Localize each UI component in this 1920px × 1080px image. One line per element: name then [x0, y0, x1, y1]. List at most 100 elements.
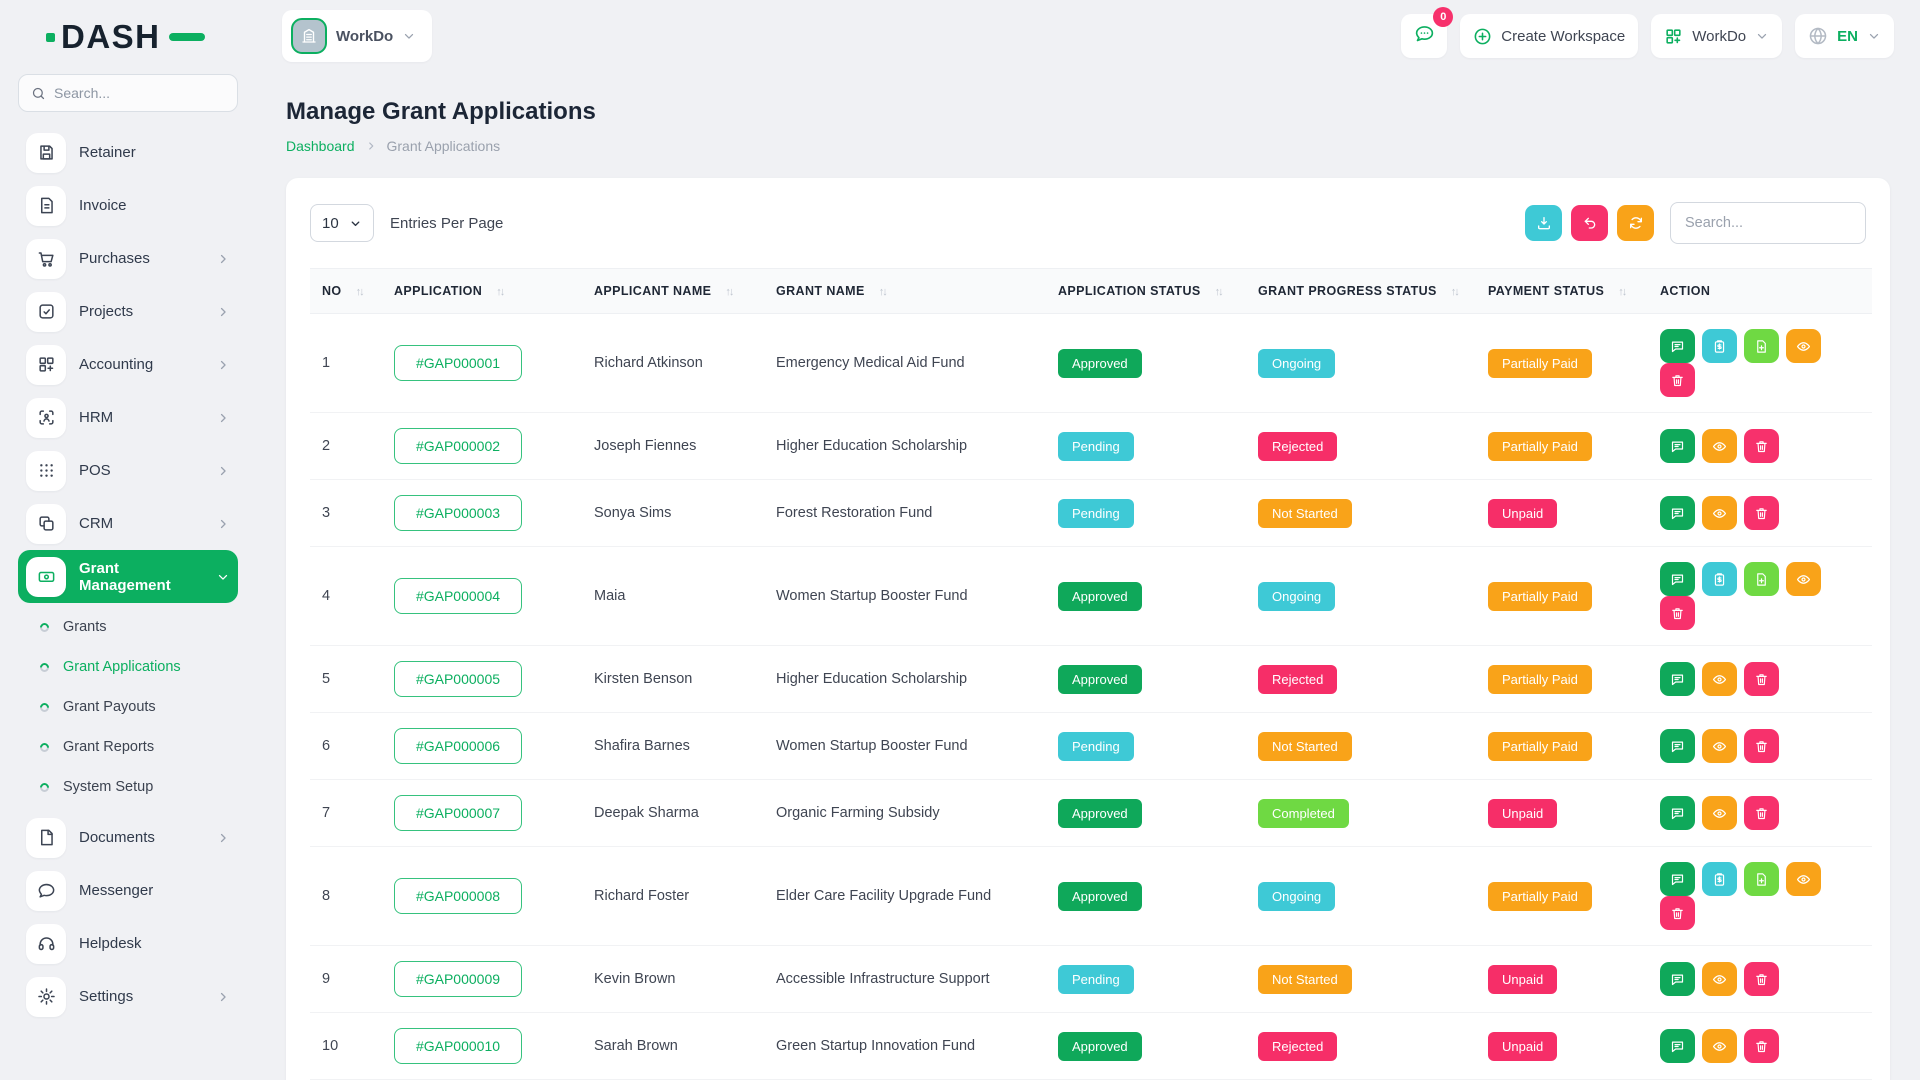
column-header-payment-status[interactable]: PAYMENT STATUS↑↓: [1476, 269, 1648, 314]
trash-button[interactable]: [1744, 796, 1779, 830]
sort-icon[interactable]: ↑↓: [1451, 286, 1458, 298]
sidebar-item-purchases[interactable]: Purchases: [18, 232, 238, 285]
chat-button[interactable]: [1660, 329, 1695, 363]
column-header-grant-progress-status[interactable]: GRANT PROGRESS STATUS↑↓: [1246, 269, 1476, 314]
chat-button[interactable]: [1660, 1029, 1695, 1063]
trash-icon: [1670, 373, 1685, 388]
chat-button[interactable]: [1660, 862, 1695, 896]
application-number-chip[interactable]: #GAP000006: [394, 728, 522, 764]
trash-button[interactable]: [1744, 429, 1779, 463]
eye-button[interactable]: [1786, 329, 1821, 363]
sidebar-item-label: Messenger: [79, 882, 153, 899]
refresh-button[interactable]: [1617, 205, 1654, 241]
application-number-chip[interactable]: #GAP000001: [394, 345, 522, 381]
column-header-application-status[interactable]: APPLICATION STATUS↑↓: [1046, 269, 1246, 314]
chat-button[interactable]: [1660, 662, 1695, 696]
sidebar-search[interactable]: [18, 74, 238, 112]
sort-icon[interactable]: ↑↓: [879, 286, 886, 298]
sidebar-item-crm[interactable]: CRM: [18, 497, 238, 550]
application-number-chip[interactable]: #GAP000005: [394, 661, 522, 697]
file-plus-button[interactable]: [1744, 862, 1779, 896]
entries-per-page-select[interactable]: 10: [310, 204, 374, 242]
sidebar-item-projects[interactable]: Projects: [18, 285, 238, 338]
sidebar-item-invoice[interactable]: Invoice: [18, 179, 238, 232]
clipboard-dollar-button[interactable]: [1702, 562, 1737, 596]
trash-button[interactable]: [1660, 363, 1695, 397]
file-plus-button[interactable]: [1744, 562, 1779, 596]
workspace-switcher[interactable]: WorkDo: [282, 10, 432, 62]
eye-button[interactable]: [1702, 496, 1737, 530]
clipboard-dollar-button[interactable]: [1702, 329, 1737, 363]
chat-button[interactable]: [1660, 962, 1695, 996]
column-header-applicant-name[interactable]: APPLICANT NAME↑↓: [582, 269, 764, 314]
eye-button[interactable]: [1786, 562, 1821, 596]
undo-button[interactable]: [1571, 205, 1608, 241]
language-menu[interactable]: EN: [1795, 14, 1894, 58]
application-number-chip[interactable]: #GAP000007: [394, 795, 522, 831]
refresh-icon: [1628, 215, 1644, 231]
eye-button[interactable]: [1702, 729, 1737, 763]
application-number-chip[interactable]: #GAP000002: [394, 428, 522, 464]
sidebar-subitem-grant-reports[interactable]: Grant Reports: [40, 727, 238, 767]
cell-grant-name: Accessible Infrastructure Support: [764, 946, 1046, 1013]
application-number-chip[interactable]: #GAP000003: [394, 495, 522, 531]
chat-button[interactable]: [1660, 796, 1695, 830]
clipboard-dollar-button[interactable]: [1702, 862, 1737, 896]
sidebar-subitem-grant-applications[interactable]: Grant Applications: [40, 647, 238, 687]
sort-icon[interactable]: ↑↓: [356, 286, 363, 298]
trash-button[interactable]: [1660, 896, 1695, 930]
trash-button[interactable]: [1744, 1029, 1779, 1063]
sort-icon[interactable]: ↑↓: [1618, 286, 1625, 298]
chat-button[interactable]: [1660, 496, 1695, 530]
eye-button[interactable]: [1702, 662, 1737, 696]
sidebar: DASH RetainerInvoicePurchasesProjectsAcc…: [0, 0, 256, 1080]
export-button[interactable]: [1525, 205, 1562, 241]
sidebar-item-documents[interactable]: Documents: [18, 811, 238, 864]
chat-button[interactable]: [1660, 729, 1695, 763]
sort-icon[interactable]: ↑↓: [1215, 286, 1222, 298]
cell-no: 7: [310, 780, 382, 847]
sidebar-item-messenger[interactable]: Messenger: [18, 864, 238, 917]
eye-button[interactable]: [1702, 429, 1737, 463]
trash-button[interactable]: [1744, 729, 1779, 763]
eye-icon: [1796, 572, 1811, 587]
eye-button[interactable]: [1702, 962, 1737, 996]
sidebar-item-accounting[interactable]: Accounting: [18, 338, 238, 391]
sidebar-subitem-system-setup[interactable]: System Setup: [40, 767, 238, 807]
breadcrumb-dashboard-link[interactable]: Dashboard: [286, 138, 355, 154]
column-header-no[interactable]: NO↑↓: [310, 269, 382, 314]
sort-icon[interactable]: ↑↓: [725, 286, 732, 298]
sidebar-item-pos[interactable]: POS: [18, 444, 238, 497]
sidebar-item-settings[interactable]: Settings: [18, 970, 238, 1023]
eye-button[interactable]: [1786, 862, 1821, 896]
trash-button[interactable]: [1744, 662, 1779, 696]
trash-button[interactable]: [1744, 962, 1779, 996]
sidebar-item-grant-management[interactable]: Grant Management: [18, 550, 238, 603]
file-plus-button[interactable]: [1744, 329, 1779, 363]
sidebar-item-helpdesk[interactable]: Helpdesk: [18, 917, 238, 970]
create-workspace-button[interactable]: Create Workspace: [1460, 14, 1638, 58]
sort-icon[interactable]: ↑↓: [496, 286, 503, 298]
sidebar-item-hrm[interactable]: HRM: [18, 391, 238, 444]
messages-button[interactable]: 0: [1401, 14, 1447, 58]
application-number-chip[interactable]: #GAP000008: [394, 878, 522, 914]
chat-button[interactable]: [1660, 562, 1695, 596]
sidebar-search-input[interactable]: [54, 85, 225, 101]
application-number-chip[interactable]: #GAP000004: [394, 578, 522, 614]
user-menu[interactable]: WorkDo: [1651, 14, 1782, 58]
sidebar-item-retainer[interactable]: Retainer: [18, 126, 238, 179]
table-search-input[interactable]: [1670, 202, 1866, 244]
eye-button[interactable]: [1702, 796, 1737, 830]
column-header-application[interactable]: APPLICATION↑↓: [382, 269, 582, 314]
table-row: 5#GAP000005Kirsten BensonHigher Educatio…: [310, 646, 1872, 713]
column-header-grant-name[interactable]: GRANT NAME↑↓: [764, 269, 1046, 314]
sidebar-subitem-grant-payouts[interactable]: Grant Payouts: [40, 687, 238, 727]
trash-button[interactable]: [1744, 496, 1779, 530]
chat-icon: [1670, 739, 1685, 754]
application-number-chip[interactable]: #GAP000010: [394, 1028, 522, 1064]
sidebar-subitem-grants[interactable]: Grants: [40, 607, 238, 647]
trash-button[interactable]: [1660, 596, 1695, 630]
eye-button[interactable]: [1702, 1029, 1737, 1063]
application-number-chip[interactable]: #GAP000009: [394, 961, 522, 997]
chat-button[interactable]: [1660, 429, 1695, 463]
